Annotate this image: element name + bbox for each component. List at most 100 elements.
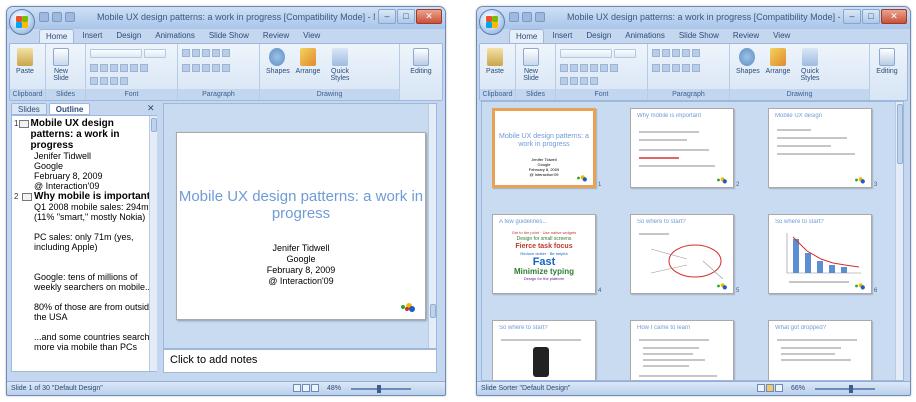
tab-slide-show[interactable]: Slide Show bbox=[203, 29, 255, 44]
slide-thumbnail[interactable]: Mobile UX design bbox=[768, 108, 872, 188]
decrease-indent-icon[interactable] bbox=[672, 49, 680, 57]
font-color-icon[interactable] bbox=[570, 77, 578, 85]
justify-icon[interactable] bbox=[682, 64, 690, 72]
tab-animations[interactable]: Animations bbox=[619, 29, 671, 44]
zoom-level[interactable]: 66% bbox=[791, 385, 805, 392]
paste-button[interactable]: Paste bbox=[14, 48, 36, 75]
save-icon[interactable] bbox=[509, 12, 519, 22]
columns-icon[interactable] bbox=[692, 64, 700, 72]
slide-thumbnail[interactable]: How I came to learn bbox=[630, 320, 734, 380]
quick-styles-button[interactable]: Quick Styles bbox=[326, 48, 354, 82]
outline-scrollbar[interactable] bbox=[149, 116, 157, 371]
minimize-button[interactable]: – bbox=[843, 9, 861, 24]
close-button[interactable]: ✕ bbox=[881, 9, 907, 24]
strikethrough-icon[interactable] bbox=[120, 64, 128, 72]
font-name-box[interactable] bbox=[560, 49, 612, 58]
shrink-font-icon[interactable] bbox=[590, 77, 598, 85]
sorter-view-icon[interactable] bbox=[766, 384, 774, 392]
increase-indent-icon[interactable] bbox=[682, 49, 690, 57]
office-button[interactable] bbox=[479, 9, 505, 35]
zoom-slider-knob[interactable] bbox=[377, 385, 381, 393]
align-left-icon[interactable] bbox=[182, 64, 190, 72]
normal-view-icon[interactable] bbox=[757, 384, 765, 392]
decrease-indent-icon[interactable] bbox=[202, 49, 210, 57]
undo-icon[interactable] bbox=[522, 12, 532, 22]
slide-thumbnail[interactable]: So where to start? bbox=[768, 214, 872, 294]
paste-button[interactable]: Paste bbox=[484, 48, 506, 75]
tab-home[interactable]: Home bbox=[509, 29, 545, 44]
redo-icon[interactable] bbox=[535, 12, 545, 22]
slide-scrollbar[interactable] bbox=[428, 104, 436, 348]
undo-icon[interactable] bbox=[52, 12, 62, 22]
arrange-button[interactable]: Arrange bbox=[764, 48, 792, 75]
italic-icon[interactable] bbox=[100, 64, 108, 72]
grow-font-icon[interactable] bbox=[580, 77, 588, 85]
scroll-thumb[interactable] bbox=[897, 104, 903, 164]
change-case-icon[interactable] bbox=[90, 77, 98, 85]
slide-thumbnail[interactable]: So where to start? bbox=[492, 320, 596, 380]
save-icon[interactable] bbox=[39, 12, 49, 22]
columns-icon[interactable] bbox=[222, 64, 230, 72]
bold-icon[interactable] bbox=[90, 64, 98, 72]
tab-slide-show[interactable]: Slide Show bbox=[673, 29, 725, 44]
slide-thumbnail[interactable]: A few guidelines... Get to the point · U… bbox=[492, 214, 596, 294]
scroll-thumb[interactable] bbox=[430, 304, 436, 318]
sorter-scrollbar[interactable] bbox=[895, 102, 903, 380]
slide-thumbnail[interactable]: So where to start? bbox=[630, 214, 734, 294]
align-right-icon[interactable] bbox=[672, 64, 680, 72]
slideshow-view-icon[interactable] bbox=[311, 384, 319, 392]
spacing-icon[interactable] bbox=[140, 64, 148, 72]
bullets-icon[interactable] bbox=[652, 49, 660, 57]
tab-review[interactable]: Review bbox=[727, 29, 765, 44]
align-left-icon[interactable] bbox=[652, 64, 660, 72]
increase-indent-icon[interactable] bbox=[212, 49, 220, 57]
tab-view[interactable]: View bbox=[767, 29, 796, 44]
tab-design[interactable]: Design bbox=[110, 29, 147, 44]
grow-font-icon[interactable] bbox=[110, 77, 118, 85]
bullets-icon[interactable] bbox=[182, 49, 190, 57]
shapes-button[interactable]: Shapes bbox=[736, 48, 760, 75]
underline-icon[interactable] bbox=[110, 64, 118, 72]
tab-design[interactable]: Design bbox=[580, 29, 617, 44]
redo-icon[interactable] bbox=[65, 12, 75, 22]
shadow-icon[interactable] bbox=[130, 64, 138, 72]
minimize-button[interactable]: – bbox=[378, 9, 396, 24]
zoom-level[interactable]: 48% bbox=[327, 385, 341, 392]
outline-pane[interactable]: 1 Mobile UX design patterns: a work in p… bbox=[11, 115, 157, 372]
align-center-icon[interactable] bbox=[192, 64, 200, 72]
tab-home[interactable]: Home bbox=[39, 29, 75, 44]
tab-slides[interactable]: Slides bbox=[11, 103, 47, 115]
bold-icon[interactable] bbox=[560, 64, 568, 72]
shadow-icon[interactable] bbox=[600, 64, 608, 72]
slide-thumbnail[interactable]: Why mobile is important bbox=[630, 108, 734, 188]
tab-animations[interactable]: Animations bbox=[149, 29, 201, 44]
close-button[interactable]: ✕ bbox=[416, 9, 442, 24]
sorter-view-icon[interactable] bbox=[302, 384, 310, 392]
office-button[interactable] bbox=[9, 9, 35, 35]
align-right-icon[interactable] bbox=[202, 64, 210, 72]
maximize-button[interactable]: □ bbox=[862, 9, 880, 24]
quick-styles-button[interactable]: Quick Styles bbox=[796, 48, 824, 82]
scroll-thumb[interactable] bbox=[151, 118, 157, 132]
tab-insert[interactable]: Insert bbox=[76, 29, 108, 44]
font-name-box[interactable] bbox=[90, 49, 142, 58]
shapes-button[interactable]: Shapes bbox=[266, 48, 290, 75]
shrink-font-icon[interactable] bbox=[120, 77, 128, 85]
normal-view-icon[interactable] bbox=[293, 384, 301, 392]
change-case-icon[interactable] bbox=[560, 77, 568, 85]
editing-button[interactable]: Editing bbox=[872, 48, 902, 75]
italic-icon[interactable] bbox=[570, 64, 578, 72]
font-size-box[interactable] bbox=[614, 49, 636, 58]
new-slide-button[interactable]: New Slide bbox=[50, 48, 72, 82]
current-slide[interactable]: Mobile UX design patterns: a work in pro… bbox=[176, 132, 426, 320]
justify-icon[interactable] bbox=[212, 64, 220, 72]
maximize-button[interactable]: □ bbox=[397, 9, 415, 24]
spacing-icon[interactable] bbox=[610, 64, 618, 72]
tab-review[interactable]: Review bbox=[257, 29, 295, 44]
zoom-slider-knob[interactable] bbox=[849, 385, 853, 393]
underline-icon[interactable] bbox=[580, 64, 588, 72]
tab-outline[interactable]: Outline bbox=[48, 103, 91, 115]
slideshow-view-icon[interactable] bbox=[775, 384, 783, 392]
arrange-button[interactable]: Arrange bbox=[294, 48, 322, 75]
slide-thumbnail[interactable]: What got dropped? bbox=[768, 320, 872, 380]
